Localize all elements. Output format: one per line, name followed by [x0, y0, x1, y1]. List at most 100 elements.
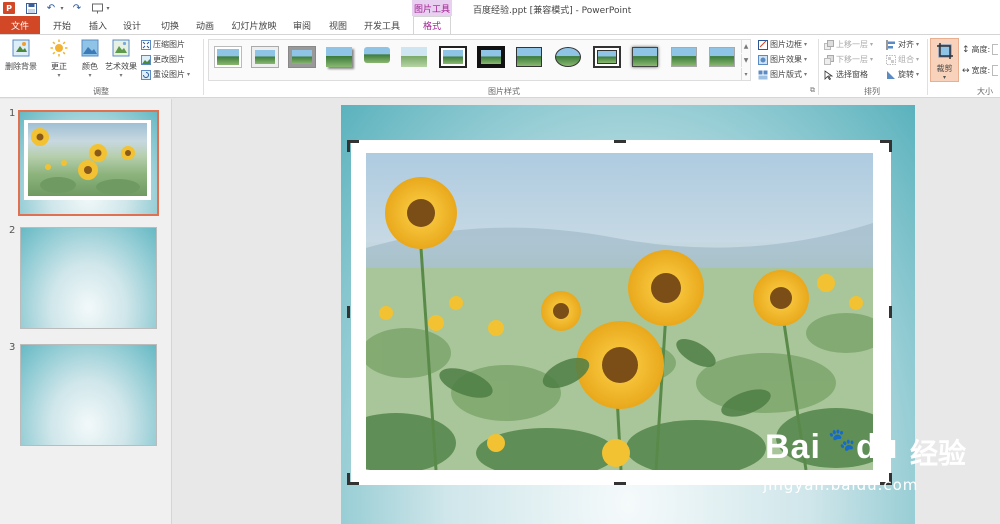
dialog-launcher-icon[interactable]: ⧉ [810, 86, 815, 95]
style-soft-edge-rectangle[interactable] [400, 46, 428, 68]
undo-dropdown-icon[interactable]: ▾ [58, 2, 66, 14]
picture-color-icon [81, 39, 99, 57]
picture-effects-button[interactable]: 图片效果 ▾ [758, 54, 807, 65]
style-rotated-white[interactable] [670, 46, 698, 68]
powerpoint-app-icon[interactable]: P [3, 2, 15, 14]
thumbnail-sunflower-image [28, 123, 147, 196]
height-input[interactable] [992, 44, 999, 55]
slideshow-icon[interactable] [90, 2, 104, 14]
undo-icon[interactable]: ↶ [44, 2, 58, 14]
watermark-cn: 经验 [910, 437, 967, 470]
width-input[interactable] [992, 65, 999, 76]
style-double-frame-black[interactable] [439, 46, 467, 68]
rotate-button[interactable]: 旋转 ▾ [886, 69, 919, 80]
watermark-brand-suffix: du [856, 428, 898, 466]
picture-tools-context-label: 图片工具 [412, 0, 452, 16]
crop-handle-top[interactable] [614, 140, 626, 143]
style-compound-frame-black[interactable] [593, 46, 621, 68]
picture-layout-button[interactable]: 图片版式 ▾ [758, 69, 807, 80]
style-perspective-shadow[interactable] [708, 46, 736, 68]
slide-thumbnail-1[interactable] [18, 110, 159, 216]
crop-handle-right[interactable] [889, 306, 892, 318]
crop-handle-left[interactable] [347, 306, 350, 318]
chevron-down-icon: ▾ [916, 41, 920, 48]
compress-pictures-button[interactable]: 压缩图片 [141, 39, 185, 50]
align-label: 对齐 [898, 40, 914, 49]
artistic-effects-label: 艺术效果 [105, 62, 137, 71]
slide-thumbnail-3[interactable] [20, 344, 157, 446]
align-icon [886, 39, 895, 50]
style-metal-frame[interactable] [288, 46, 316, 68]
crop-button[interactable]: 裁剪 ▾ [930, 38, 959, 82]
change-picture-button[interactable]: 更改图片 [141, 54, 185, 65]
selection-pane-button[interactable]: 选择窗格 [824, 69, 868, 80]
tab-transitions[interactable]: 切换 [156, 16, 184, 34]
color-label: 颜色 [82, 62, 98, 71]
chevron-down-icon: ▾ [916, 56, 920, 63]
height-field[interactable]: ↕ 高度: [962, 44, 999, 55]
chevron-down-icon: ▾ [57, 72, 61, 79]
style-beveled-matte-white[interactable] [251, 46, 279, 68]
style-reflected-rounded-rectangle[interactable] [363, 46, 391, 68]
picture-border-button[interactable]: 图片边框 ▾ [758, 39, 807, 50]
tab-format[interactable]: 格式 [413, 16, 451, 34]
artistic-effects-icon [112, 39, 130, 57]
send-backward-label: 下移一层 [836, 55, 868, 64]
customize-qat-icon[interactable]: ▾ [104, 2, 112, 14]
paw-icon: 🐾 [828, 428, 856, 453]
group-button[interactable]: 组合 ▾ [886, 54, 919, 65]
crop-handle-bottom-left-v[interactable] [347, 473, 350, 485]
style-simple-frame-white[interactable] [214, 46, 242, 68]
gallery-scroll-up-icon[interactable]: ▲ [741, 40, 750, 53]
watermark-brand: Bai [765, 428, 821, 466]
rotate-icon [887, 70, 895, 79]
chevron-down-icon: ▾ [119, 72, 123, 79]
bring-forward-button[interactable]: 上移一层 ▾ [824, 39, 873, 50]
save-icon[interactable] [24, 2, 38, 14]
remove-background-label: 删除背景 [5, 62, 37, 71]
tab-view[interactable]: 视图 [324, 16, 352, 34]
redo-icon[interactable]: ↷ [70, 2, 84, 14]
chevron-down-icon: ▾ [804, 41, 808, 48]
reset-picture-button[interactable]: 重设图片 ▾ [141, 69, 190, 80]
align-button[interactable]: 对齐 ▾ [886, 39, 919, 50]
tab-file[interactable]: 文件 [0, 16, 40, 34]
size-group-label: 大小 [977, 87, 993, 96]
corrections-label: 更正 [51, 62, 67, 71]
picture-effects-icon [758, 54, 768, 65]
picture-styles-group-label: 图片样式 [488, 87, 520, 96]
sun-icon [50, 39, 68, 57]
gallery-more-icon[interactable]: ▾ [741, 68, 750, 81]
gallery-scroll-down-icon[interactable]: ▼ [741, 54, 750, 67]
tab-insert[interactable]: 插入 [84, 16, 112, 34]
tab-review[interactable]: 审阅 [288, 16, 316, 34]
corrections-button[interactable]: 更正 ▾ [46, 39, 72, 79]
style-simple-frame-black[interactable] [515, 46, 543, 68]
sunflower-picture[interactable] [366, 153, 873, 470]
chevron-down-icon: ▾ [804, 71, 808, 78]
tab-slideshow[interactable]: 幻灯片放映 [229, 16, 279, 34]
slide-thumbnail-pane: 1 2 3 [0, 99, 172, 524]
picture-layout-label: 图片版式 [770, 70, 802, 79]
crop-handle-top-right-v[interactable] [889, 140, 892, 152]
compress-pictures-label: 压缩图片 [153, 40, 185, 49]
send-backward-button[interactable]: 下移一层 ▾ [824, 54, 873, 65]
tab-design[interactable]: 设计 [118, 16, 146, 34]
style-drop-shadow-rectangle[interactable] [325, 46, 353, 68]
color-button[interactable]: 颜色 ▾ [77, 39, 103, 79]
crop-handle-bottom[interactable] [614, 482, 626, 485]
width-field[interactable]: ↔ 宽度: [962, 65, 999, 76]
tab-animations[interactable]: 动画 [191, 16, 219, 34]
remove-background-button[interactable]: 删除背景 [3, 39, 39, 72]
picture-layout-icon [758, 70, 768, 79]
rotate-label: 旋转 [898, 70, 914, 79]
style-center-shadow-rectangle[interactable] [631, 46, 659, 68]
title-bar: P ↶ ▾ ↷ ▾ 图片工具 百度经验.ppt [兼容模式] - PowerPo… [0, 0, 1000, 16]
slide-thumbnail-2[interactable] [20, 227, 157, 329]
style-thick-matte-black[interactable] [477, 46, 505, 68]
style-oval[interactable] [554, 46, 582, 68]
artistic-effects-button[interactable]: 艺术效果 ▾ [104, 39, 138, 79]
tab-home[interactable]: 开始 [48, 16, 76, 34]
crop-handle-top-left-v[interactable] [347, 140, 350, 152]
tab-developer[interactable]: 开发工具 [360, 16, 404, 34]
